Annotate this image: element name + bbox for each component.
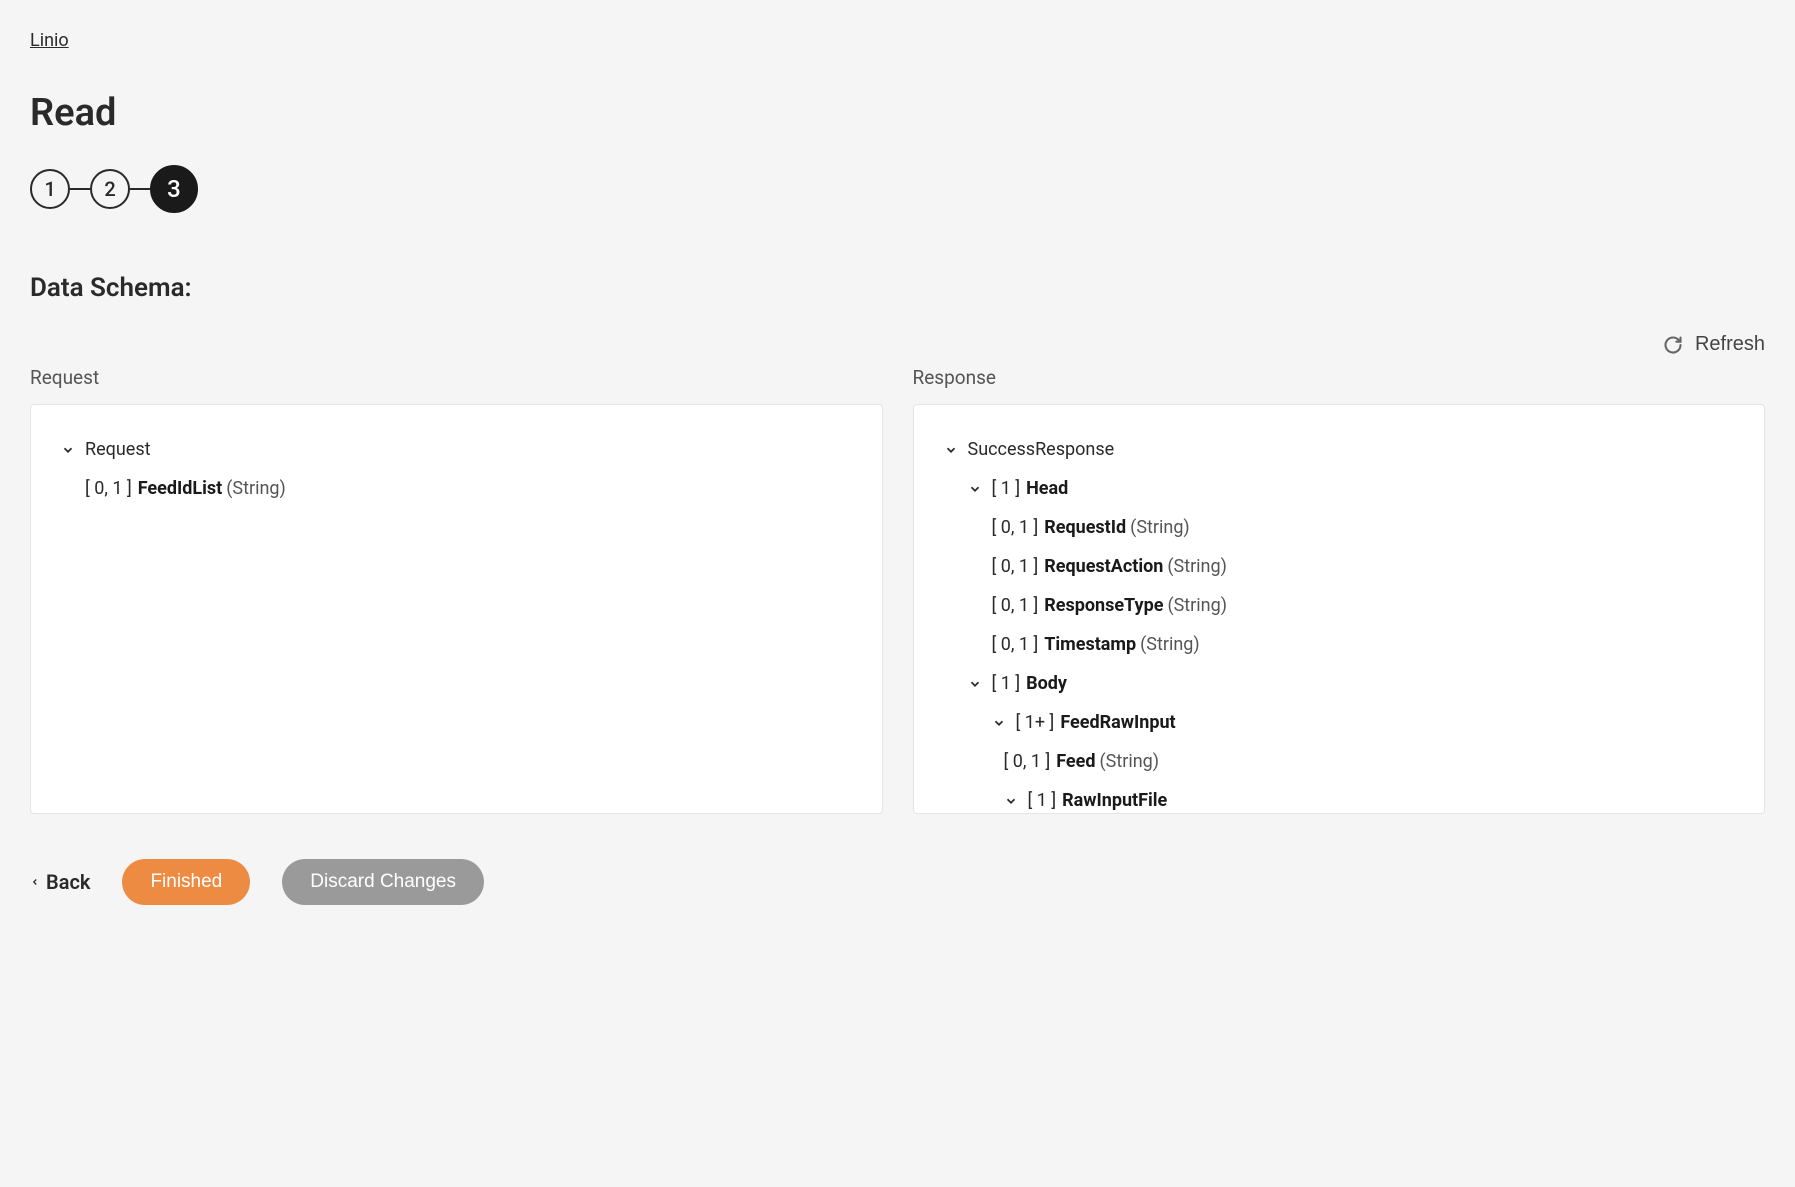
step-1[interactable]: 1: [30, 169, 70, 209]
stepper: 1 2 3: [30, 165, 1765, 213]
cardinality: [ 1 ]: [992, 670, 1021, 697]
chevron-down-icon[interactable]: [992, 716, 1006, 730]
cardinality: [ 0, 1 ]: [992, 514, 1039, 541]
node-type: (String): [1167, 553, 1227, 580]
tree-node-head[interactable]: [ 1 ] Head: [944, 469, 1735, 508]
page-title: Read: [30, 91, 1765, 135]
node-name: RawInputFile: [1062, 787, 1167, 814]
discard-changes-button[interactable]: Discard Changes: [282, 859, 484, 905]
tree-node-feedidlist[interactable]: [ 0, 1 ] FeedIdList (String): [61, 469, 852, 508]
tree-node-body[interactable]: [ 1 ] Body: [944, 664, 1735, 703]
tree-node-successresponse[interactable]: SuccessResponse: [944, 430, 1735, 469]
chevron-down-icon[interactable]: [968, 677, 982, 691]
node-name: Body: [1026, 670, 1067, 697]
node-label: Request: [85, 436, 151, 463]
tree-node-rawinputfile[interactable]: [ 1 ] RawInputFile: [944, 781, 1735, 814]
node-type: (String): [1167, 592, 1227, 619]
tree-node-responsetype[interactable]: [ 0, 1 ] ResponseType (String): [944, 586, 1735, 625]
tree-node-feed[interactable]: [ 0, 1 ] Feed (String): [944, 742, 1735, 781]
cardinality: [ 0, 1 ]: [992, 592, 1039, 619]
chevron-down-icon[interactable]: [61, 443, 75, 457]
breadcrumb[interactable]: Linio: [30, 30, 69, 51]
tree-node-requestid[interactable]: [ 0, 1 ] RequestId (String): [944, 508, 1735, 547]
response-header: Response: [913, 366, 1766, 389]
node-name: Head: [1026, 475, 1068, 502]
chevron-down-icon[interactable]: [944, 443, 958, 457]
refresh-button[interactable]: Refresh: [1663, 333, 1765, 356]
response-panel: SuccessResponse [ 1 ] Head [ 0, 1 ] Requ…: [913, 404, 1766, 814]
node-type: (String): [226, 475, 286, 502]
finished-button[interactable]: Finished: [122, 859, 250, 905]
node-name: ResponseType: [1044, 592, 1163, 619]
cardinality: [ 1+ ]: [1016, 709, 1055, 736]
cardinality: [ 0, 1 ]: [992, 631, 1039, 658]
request-header: Request: [30, 366, 883, 389]
back-label: Back: [46, 870, 90, 894]
node-type: (String): [1140, 631, 1200, 658]
node-label: SuccessResponse: [968, 436, 1115, 463]
cardinality: [ 0, 1 ]: [992, 553, 1039, 580]
refresh-label: Refresh: [1695, 333, 1765, 356]
tree-node-requestaction[interactable]: [ 0, 1 ] RequestAction (String): [944, 547, 1735, 586]
step-3[interactable]: 3: [150, 165, 198, 213]
node-type: (String): [1130, 514, 1190, 541]
cardinality: [ 1 ]: [992, 475, 1021, 502]
section-title: Data Schema:: [30, 273, 1765, 303]
tree-node-feedrawinput[interactable]: [ 1+ ] FeedRawInput: [944, 703, 1735, 742]
step-connector: [70, 188, 90, 190]
node-name: RequestId: [1044, 514, 1126, 541]
back-button[interactable]: Back: [30, 870, 90, 894]
tree-node-timestamp[interactable]: [ 0, 1 ] Timestamp (String): [944, 625, 1735, 664]
step-2[interactable]: 2: [90, 169, 130, 209]
node-name: Feed: [1056, 748, 1095, 775]
node-name: Timestamp: [1044, 631, 1136, 658]
cardinality: [ 0, 1 ]: [1004, 748, 1051, 775]
chevron-left-icon: [30, 870, 40, 894]
request-panel: Request [ 0, 1 ] FeedIdList (String): [30, 404, 883, 814]
node-name: FeedRawInput: [1060, 709, 1175, 736]
cardinality: [ 1 ]: [1028, 787, 1057, 814]
chevron-down-icon[interactable]: [968, 482, 982, 496]
tree-node-request[interactable]: Request: [61, 430, 852, 469]
cardinality: [ 0, 1 ]: [85, 475, 132, 502]
step-connector: [130, 188, 150, 190]
node-name: RequestAction: [1044, 553, 1163, 580]
refresh-icon: [1663, 335, 1683, 355]
node-name: FeedIdList: [138, 475, 223, 502]
node-type: (String): [1100, 748, 1160, 775]
chevron-down-icon[interactable]: [1004, 794, 1018, 808]
